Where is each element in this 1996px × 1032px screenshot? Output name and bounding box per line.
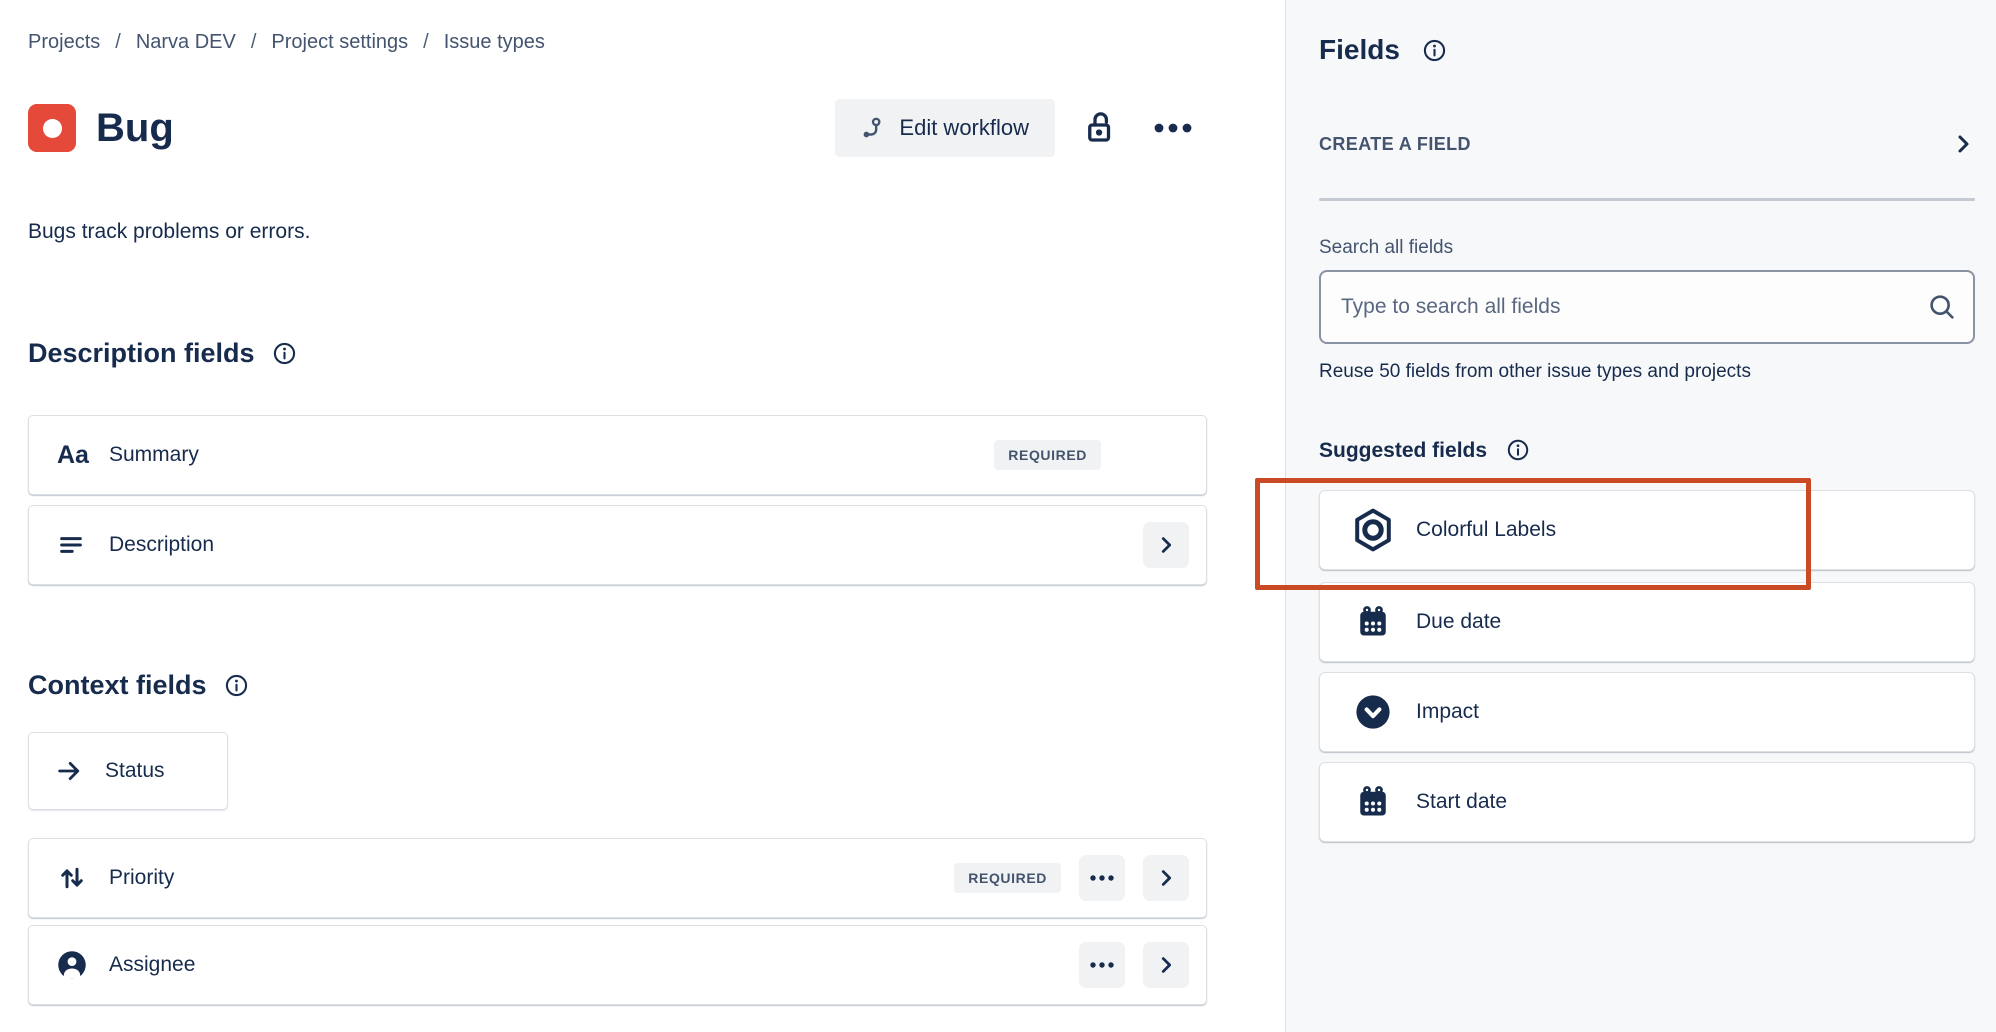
search-all-fields-label: Search all fields bbox=[1319, 238, 1453, 257]
breadcrumb-item-project[interactable]: Narva DEV bbox=[136, 32, 236, 52]
fields-title: Fields bbox=[1319, 36, 1400, 64]
chevron-right-icon bbox=[1155, 534, 1177, 556]
context-fields-heading: Context fields bbox=[28, 672, 249, 699]
required-badge: REQUIRED bbox=[994, 440, 1101, 470]
unlock-icon bbox=[1083, 110, 1119, 146]
more-icon bbox=[1153, 122, 1193, 134]
suggested-field-impact[interactable]: Impact bbox=[1319, 672, 1975, 752]
label-icon bbox=[1348, 506, 1398, 554]
field-label: Summary bbox=[109, 443, 199, 467]
search-field bbox=[1319, 270, 1975, 344]
calendar-icon bbox=[1348, 784, 1398, 820]
priority-icon bbox=[57, 863, 95, 893]
info-icon[interactable] bbox=[1506, 438, 1530, 462]
assignee-icon bbox=[57, 950, 95, 980]
calendar-icon bbox=[1348, 604, 1398, 640]
open-field-button[interactable] bbox=[1143, 855, 1189, 901]
row-controls: REQUIRED bbox=[954, 855, 1206, 901]
create-a-field-label: CREATE A FIELD bbox=[1319, 134, 1471, 155]
field-label: Impact bbox=[1416, 700, 1479, 724]
text-style-icon: Aa bbox=[57, 443, 95, 468]
row-more-button[interactable] bbox=[1079, 855, 1125, 901]
field-row-summary[interactable]: Aa Summary REQUIRED bbox=[28, 415, 1207, 495]
breadcrumb-separator: / bbox=[423, 32, 429, 52]
status-label: Status bbox=[105, 759, 165, 783]
header-actions: Edit workflow bbox=[835, 99, 1207, 157]
info-icon[interactable] bbox=[1422, 38, 1447, 63]
row-more-button[interactable] bbox=[1079, 942, 1125, 988]
description-fields-heading: Description fields bbox=[28, 340, 297, 367]
divider bbox=[1319, 198, 1975, 201]
issue-type-description: Bugs track problems or errors. bbox=[28, 218, 310, 245]
page-header: Bug Edit workflow bbox=[28, 98, 1207, 158]
field-label: Assignee bbox=[109, 953, 195, 977]
reuse-fields-hint: Reuse 50 fields from other issue types a… bbox=[1319, 360, 1751, 385]
info-icon[interactable] bbox=[272, 341, 297, 366]
suggested-fields-title: Suggested fields bbox=[1319, 440, 1487, 461]
row-controls: REQUIRED bbox=[994, 440, 1206, 470]
suggested-field-colorful-labels[interactable]: Colorful Labels bbox=[1319, 490, 1975, 570]
context-fields-title: Context fields bbox=[28, 672, 207, 699]
edit-workflow-label: Edit workflow bbox=[899, 115, 1029, 141]
chevron-right-icon bbox=[1951, 132, 1975, 156]
spacer bbox=[1119, 455, 1189, 456]
open-field-button[interactable] bbox=[1143, 522, 1189, 568]
info-icon[interactable] bbox=[224, 673, 249, 698]
breadcrumb-item-issue-types[interactable]: Issue types bbox=[444, 32, 545, 52]
chevron-right-icon bbox=[1155, 954, 1177, 976]
create-a-field-button[interactable]: CREATE A FIELD bbox=[1319, 124, 1975, 164]
chevron-right-icon bbox=[1155, 867, 1177, 889]
status-field[interactable]: Status bbox=[28, 732, 228, 810]
unlock-button[interactable] bbox=[1083, 110, 1119, 146]
field-row-priority[interactable]: Priority REQUIRED bbox=[28, 838, 1207, 918]
breadcrumb: Projects / Narva DEV / Project settings … bbox=[28, 28, 545, 56]
open-field-button[interactable] bbox=[1143, 942, 1189, 988]
bug-issue-type-icon bbox=[28, 104, 76, 152]
fields-sidebar: Fields CREATE A FIELD Search all fields … bbox=[1285, 0, 1996, 1032]
field-label: Colorful Labels bbox=[1416, 518, 1556, 542]
field-row-description[interactable]: Description bbox=[28, 505, 1207, 585]
workflow-icon bbox=[861, 115, 887, 141]
breadcrumb-separator: / bbox=[251, 32, 257, 52]
more-icon bbox=[1089, 873, 1115, 883]
search-input[interactable] bbox=[1319, 270, 1975, 344]
edit-workflow-button[interactable]: Edit workflow bbox=[835, 99, 1055, 157]
field-label: Due date bbox=[1416, 610, 1501, 634]
breadcrumb-item-project-settings[interactable]: Project settings bbox=[271, 32, 408, 52]
description-fields-title: Description fields bbox=[28, 340, 255, 367]
field-label: Start date bbox=[1416, 790, 1507, 814]
more-menu-button[interactable] bbox=[1153, 122, 1193, 134]
row-controls bbox=[1079, 942, 1206, 988]
more-icon bbox=[1089, 960, 1115, 970]
arrow-right-icon bbox=[55, 757, 83, 785]
breadcrumb-separator: / bbox=[115, 32, 121, 52]
impact-icon bbox=[1348, 693, 1398, 731]
field-label: Priority bbox=[109, 866, 174, 890]
search-icon bbox=[1927, 292, 1957, 322]
page-title: Bug bbox=[96, 108, 174, 148]
fields-heading: Fields bbox=[1319, 36, 1447, 64]
field-label: Description bbox=[109, 533, 214, 557]
suggested-fields-heading: Suggested fields bbox=[1319, 438, 1530, 462]
row-controls bbox=[1143, 522, 1206, 568]
field-row-assignee[interactable]: Assignee bbox=[28, 925, 1207, 1005]
breadcrumb-item-projects[interactable]: Projects bbox=[28, 32, 100, 52]
align-left-icon bbox=[57, 531, 95, 559]
required-badge: REQUIRED bbox=[954, 863, 1061, 893]
suggested-field-start-date[interactable]: Start date bbox=[1319, 762, 1975, 842]
suggested-field-due-date[interactable]: Due date bbox=[1319, 582, 1975, 662]
